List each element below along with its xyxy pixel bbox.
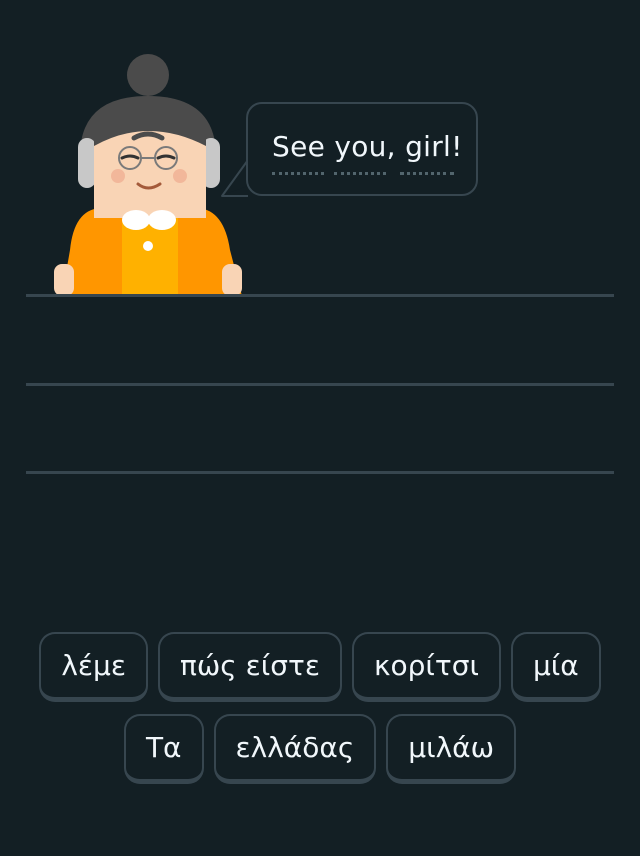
- hint-underline-see: [272, 172, 324, 175]
- word-tile-leme[interactable]: λέμε: [39, 632, 148, 702]
- answer-line-1: [26, 294, 614, 297]
- word-tile-koritsi[interactable]: κορίτσι: [351, 632, 501, 702]
- word-tile-elladas[interactable]: ελλάδας: [213, 714, 377, 784]
- speech-bubble: See you, girl!: [246, 102, 478, 196]
- word-bank: λέμε πώς είστε κορίτσι μία Τα ελλάδας μι…: [0, 632, 640, 796]
- word-tile-ta[interactable]: Τα: [123, 714, 204, 784]
- word-bank-row-1: λέμε πώς είστε κορίτσι μία: [0, 632, 640, 702]
- answer-line-3: [26, 471, 614, 474]
- word-tile-milao[interactable]: μιλάω: [386, 714, 517, 784]
- hint-underline-girl: [400, 172, 454, 175]
- word-tile-pos-eiste[interactable]: πώς είστε: [157, 632, 342, 702]
- word-bank-row-2: Τα ελλάδας μιλάω: [0, 714, 640, 784]
- answer-line-2: [26, 383, 614, 386]
- word-tile-mia[interactable]: μία: [510, 632, 601, 702]
- speech-text[interactable]: See you, girl!: [272, 130, 463, 163]
- hint-underline-you: [334, 172, 386, 175]
